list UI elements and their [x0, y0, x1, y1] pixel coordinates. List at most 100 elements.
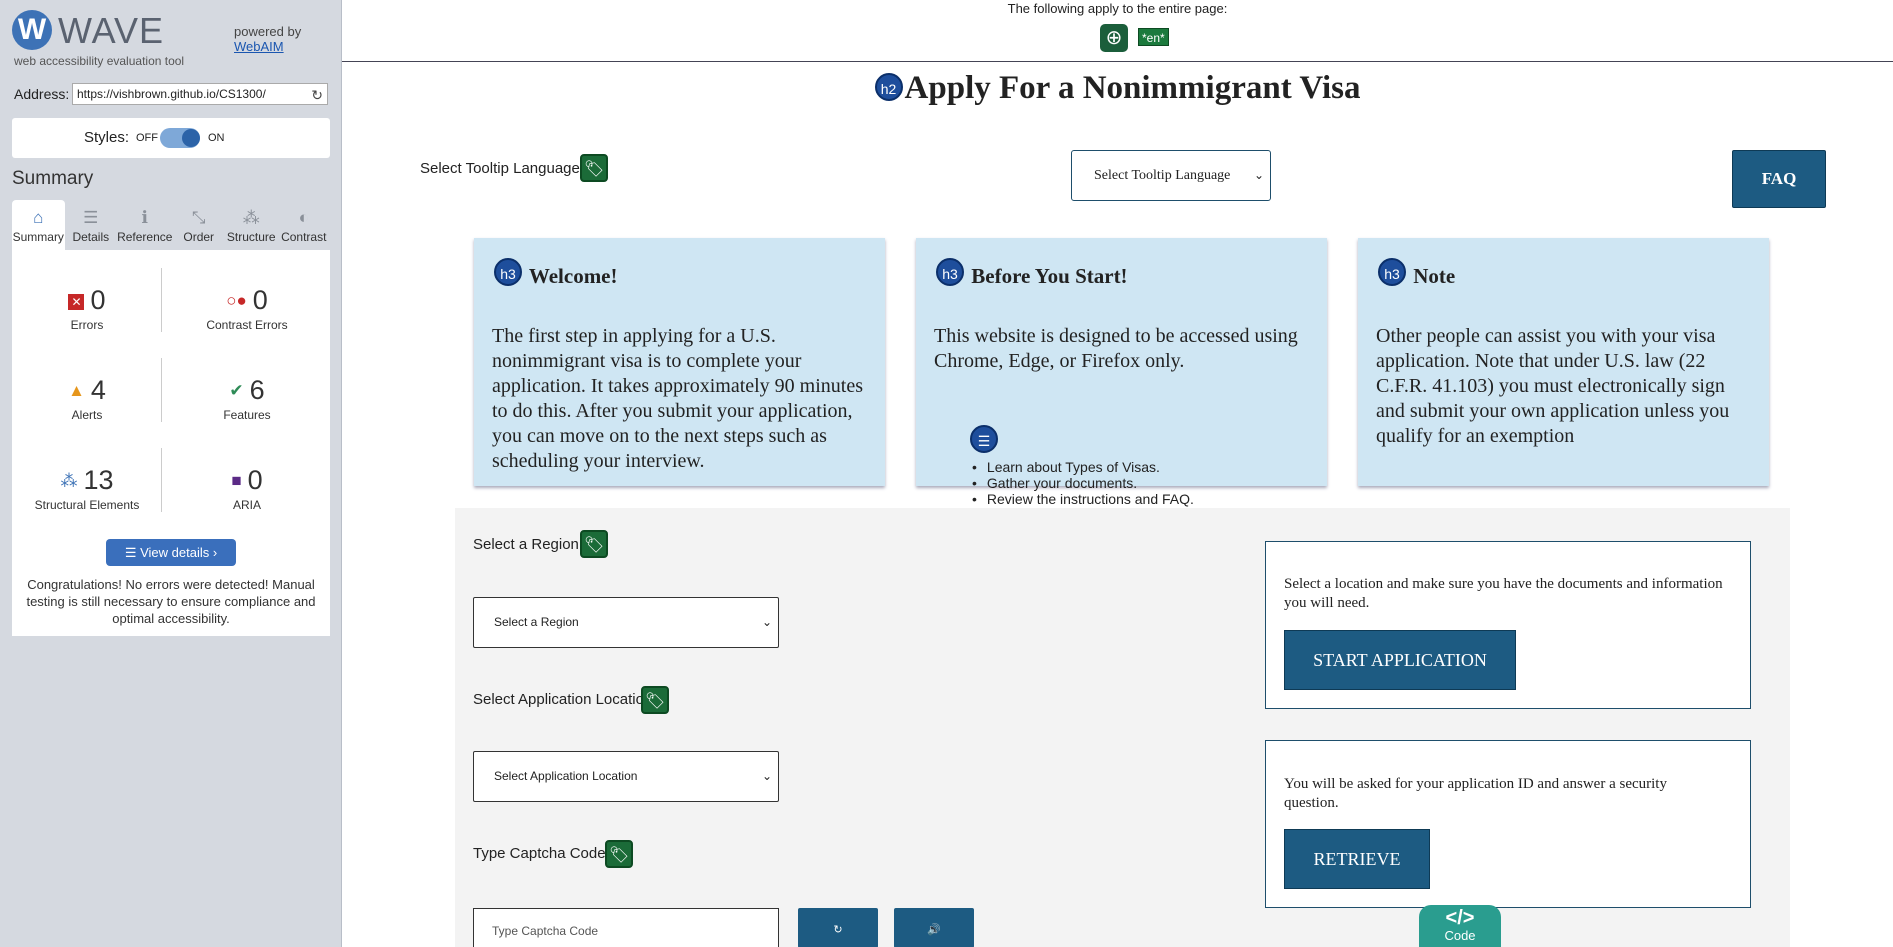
wave-logo-icon: W — [12, 10, 52, 50]
structural-label: Structural Elements — [34, 498, 140, 512]
tab-label: Reference — [117, 230, 173, 244]
page-title-text: Apply For a Nonimmigrant Visa — [904, 70, 1361, 106]
retrieve-info-text: You will be asked for your application I… — [1284, 776, 1667, 811]
webaim-link[interactable]: WebAIM — [234, 39, 301, 54]
stat-features[interactable]: ✔ 6 Features — [172, 375, 322, 422]
card-body: This website is designed to be accessed … — [934, 325, 1298, 372]
feature-check-icon: ✔ — [229, 381, 244, 400]
start-application-box: Select a location and make sure you have… — [1265, 541, 1751, 709]
tooltip-language-label: Select Tooltip Language — [420, 160, 580, 177]
view-details-label: View details › — [140, 545, 218, 560]
list-item: Learn about Types of Visas. — [972, 459, 1194, 475]
stat-structural[interactable]: ⁂ 13 Structural Elements — [12, 465, 162, 512]
code-toggle-button[interactable]: </> Code — [1419, 905, 1501, 947]
page-title: h2 Apply For a Nonimmigrant Visa — [342, 70, 1893, 107]
view-details-button[interactable]: ☰ View details › — [106, 539, 236, 566]
alerts-label: Alerts — [71, 408, 103, 422]
wave-subtitle: web accessibility evaluation tool — [14, 54, 185, 68]
summary-panel: ✕ 0 Errors ○● 0 Contrast Errors ▲ 4 Alerts … — [12, 250, 330, 636]
tab-structure[interactable]: ⁂ Structure — [224, 200, 278, 250]
retrieve-button[interactable]: RETRIEVE — [1284, 829, 1430, 889]
tab-reference[interactable]: ℹ Reference — [117, 200, 173, 250]
reload-icon[interactable]: ↻ — [311, 85, 323, 105]
wave-tabs: ⌂ Summary ☰ Details ℹ Reference ⤡ Order ⁂ Str… — [12, 200, 331, 250]
select-value: Select Application Location — [494, 769, 638, 783]
globe-icon[interactable]: ⊕ — [1100, 24, 1128, 52]
tab-label: Summary — [12, 230, 64, 244]
styles-toggle[interactable] — [160, 128, 200, 148]
start-application-button[interactable]: START APPLICATION — [1284, 630, 1516, 690]
features-count: 6 — [249, 375, 265, 405]
language-badge[interactable]: *en* — [1138, 28, 1169, 46]
tab-contrast[interactable]: ◐ Contrast — [277, 200, 331, 250]
contrast-errors-count: 0 — [252, 285, 268, 315]
features-label: Features — [223, 408, 271, 422]
tab-order[interactable]: ⤡ Order — [172, 200, 225, 250]
welcome-card: h3 Welcome! The first step in applying f… — [474, 238, 885, 486]
tooltip-language-select[interactable]: Select Tooltip Language ⌄ — [1071, 150, 1271, 201]
error-icon: ✕ — [68, 294, 85, 310]
retrieve-box: You will be asked for your application I… — [1265, 740, 1751, 908]
powered-by: powered by WebAIM — [234, 24, 301, 54]
stat-errors[interactable]: ✕ 0 Errors — [12, 285, 162, 332]
tab-details[interactable]: ☰ Details — [64, 200, 118, 250]
list-icon: ☰ — [83, 208, 99, 227]
tab-label: Structure — [226, 230, 276, 244]
top-notice-text: The following apply to the entire page: — [1007, 1, 1228, 16]
styles-off-label: OFF — [136, 132, 158, 144]
note-card: h3 Note Other people can assist you with… — [1358, 238, 1769, 486]
card-title: Note — [1413, 264, 1456, 288]
errors-label: Errors — [70, 318, 104, 332]
alert-icon: ▲ — [68, 381, 85, 400]
evaluated-page: The following apply to the entire page: … — [342, 0, 1893, 947]
chevron-down-icon: ⌄ — [1253, 168, 1264, 182]
h3-icon[interactable]: h3 — [494, 258, 522, 286]
card-body: Other people can assist you with your vi… — [1376, 325, 1730, 447]
structural-count: 13 — [83, 465, 114, 495]
refresh-captcha-button[interactable]: ↻ — [798, 908, 878, 947]
structure-icon: ⁂ — [242, 208, 260, 227]
h3-icon[interactable]: h3 — [1378, 258, 1406, 286]
toggle-knob — [182, 129, 200, 147]
address-value: https://vishbrown.github.io/CS1300/ — [77, 87, 266, 101]
location-select[interactable]: Select Application Location ⌄ — [473, 751, 779, 802]
wave-title: WAVE — [58, 10, 165, 51]
code-icon: </> — [1445, 907, 1475, 929]
h2-icon[interactable]: h2 — [874, 73, 903, 101]
contrast-errors-label: Contrast Errors — [206, 318, 288, 332]
errors-count: 0 — [90, 285, 106, 315]
faq-button[interactable]: FAQ — [1732, 150, 1826, 208]
list-icon: ☰ — [124, 545, 141, 560]
address-input[interactable]: https://vishbrown.github.io/CS1300/ ↻ — [72, 83, 328, 105]
select-value: Select a Region — [494, 615, 579, 629]
audio-captcha-button[interactable]: 🔊 — [894, 908, 974, 947]
stat-alerts[interactable]: ▲ 4 Alerts — [12, 375, 162, 422]
label-tag-icon[interactable]: 🏷 — [605, 840, 633, 868]
address-label: Address: — [14, 86, 70, 102]
location-label: Select Application Location — [473, 691, 653, 708]
h3-icon[interactable]: h3 — [936, 258, 964, 286]
list-structure-icon[interactable]: ☰ — [970, 425, 998, 453]
structure-icon: ⁂ — [60, 471, 78, 490]
region-select[interactable]: Select a Region ⌄ — [473, 597, 779, 648]
captcha-label: Type Captcha Code — [473, 845, 606, 862]
chevron-down-icon: ⌄ — [761, 615, 772, 629]
tab-label: Details — [72, 230, 110, 244]
chevron-down-icon: ⌄ — [761, 769, 772, 783]
page-top-notice: The following apply to the entire page: … — [342, 0, 1893, 62]
label-tag-icon[interactable]: 🏷 — [580, 530, 608, 558]
contrast-error-icon: ○● — [226, 291, 247, 310]
captcha-input[interactable]: Type Captcha Code — [473, 908, 779, 947]
list-item: Gather your documents. — [972, 475, 1194, 491]
card-heading: h3 Before You Start! — [936, 258, 1128, 289]
styles-toggle-box: Styles: OFF ON — [12, 118, 330, 158]
stat-contrast-errors[interactable]: ○● 0 Contrast Errors — [172, 285, 322, 332]
region-label: Select a Region — [473, 536, 579, 553]
label-tag-icon[interactable]: 🏷 — [641, 686, 669, 714]
card-body: The first step in applying for a U.S. no… — [492, 325, 864, 472]
label-tag-icon[interactable]: 🏷 — [580, 154, 608, 182]
styles-on-label: ON — [208, 132, 225, 144]
card-heading: h3 Note — [1378, 258, 1455, 289]
stat-aria[interactable]: ■ 0 ARIA — [172, 465, 322, 512]
tab-summary[interactable]: ⌂ Summary — [12, 200, 65, 250]
